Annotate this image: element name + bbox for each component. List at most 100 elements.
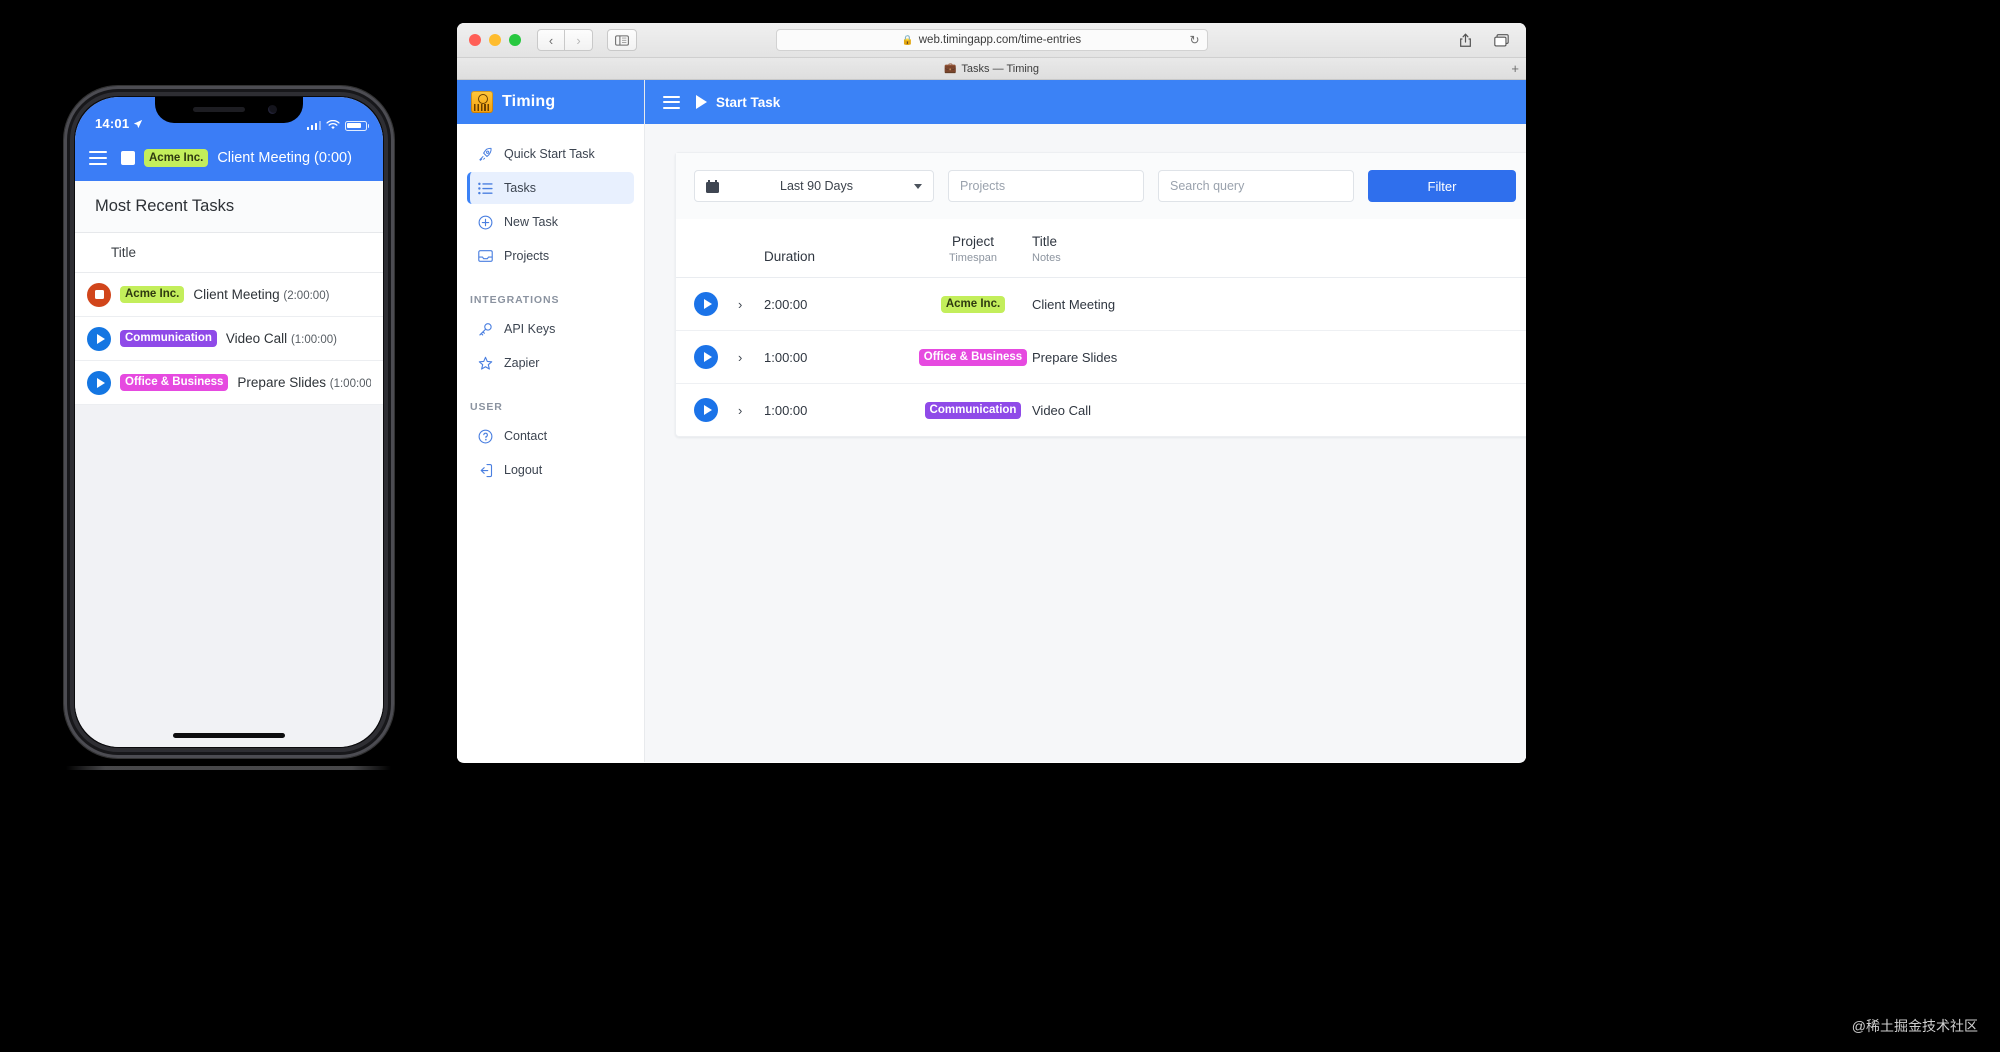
chevron-right-icon[interactable]: › (738, 350, 742, 365)
star-icon (477, 355, 493, 371)
close-button[interactable] (469, 34, 481, 46)
play-circle-icon[interactable] (87, 326, 111, 351)
status-left: 14:01 (95, 116, 143, 131)
cell-project: Acme Inc. (914, 277, 1032, 331)
sidebar-user-nav: Contact Logout (457, 420, 644, 486)
minimize-button[interactable] (489, 34, 501, 46)
task-text: Video Call (1:00:00) (226, 331, 337, 346)
browser-tab-bar: 💼 Tasks — Timing + (457, 58, 1526, 80)
safari-browser-window: ‹ › 🔒 web.timingapp.com/time-entries ↻ 💼… (457, 23, 1526, 763)
col-title: Title Notes (1032, 220, 1526, 278)
play-circle-icon[interactable] (694, 292, 718, 316)
search-query-input[interactable]: Search query (1158, 170, 1354, 202)
lock-icon: 🔒 (901, 34, 914, 46)
browser-toolbar: ‹ › 🔒 web.timingapp.com/time-entries ↻ (457, 23, 1526, 58)
sidebar-item-tasks[interactable]: Tasks (467, 172, 634, 204)
chevron-right-icon[interactable]: › (738, 403, 742, 418)
cell-play (676, 277, 738, 331)
chevron-down-icon (914, 183, 922, 189)
plus-circle-icon (477, 214, 493, 230)
address-bar[interactable]: 🔒 web.timingapp.com/time-entries ↻ (775, 29, 1208, 51)
projects-placeholder: Projects (960, 179, 1006, 193)
cell-play (676, 384, 738, 437)
hamburger-menu-icon[interactable] (89, 151, 107, 165)
sidebar-toggle-icon[interactable] (607, 29, 637, 51)
page-content: Last 90 Days Projects Search query Filte… (645, 124, 1526, 762)
share-icon[interactable] (1452, 29, 1478, 51)
list-icon (477, 180, 493, 196)
task-duration: (1:00:00) (290, 334, 337, 346)
play-circle-icon[interactable] (87, 370, 111, 395)
play-circle-icon[interactable] (694, 398, 718, 422)
projects-input[interactable]: Projects (948, 170, 1144, 202)
forward-button[interactable]: › (565, 29, 593, 51)
sidebar-item-projects[interactable]: Projects (467, 240, 634, 272)
header-notes: Notes (1032, 252, 1061, 264)
toolbar-right-buttons (1452, 29, 1514, 51)
app-brand: Timing (457, 80, 644, 124)
app-topbar: Start Task (645, 80, 1526, 124)
task-project-tag: Communication (120, 329, 217, 348)
table-row[interactable]: › 1:00:00 Communication Video Call (676, 384, 1526, 437)
sidebar-item-contact[interactable]: Contact (467, 420, 634, 452)
cell-duration: 1:00:00 (764, 330, 914, 384)
filter-bar: Last 90 Days Projects Search query Filte… (676, 153, 1526, 220)
timing-logo-icon (471, 91, 493, 113)
table-header-row: Duration Project Timespan Title Notes (676, 220, 1526, 278)
stop-circle-icon[interactable] (87, 282, 111, 307)
task-row[interactable]: Communication Video Call (1:00:00) (75, 317, 383, 361)
table-row[interactable]: › 2:00:00 Acme Inc. Client Meeting (676, 277, 1526, 331)
sidebar-label: API Keys (504, 322, 556, 336)
sidebar-item-logout[interactable]: Logout (467, 454, 634, 486)
search-placeholder: Search query (1170, 179, 1245, 193)
show-tabs-icon[interactable] (1488, 29, 1514, 51)
navbar-running-task: Client Meeting (0:00) (217, 150, 352, 166)
task-row[interactable]: Office & Business Prepare Slides (1:00:00… (75, 361, 383, 405)
hamburger-menu-icon[interactable] (663, 95, 680, 109)
header-duration: Duration (764, 249, 816, 264)
phone-column-header-title: Title (75, 233, 383, 273)
sidebar-label: Quick Start Task (504, 147, 595, 161)
date-range-select[interactable]: Last 90 Days (694, 170, 934, 202)
header-title: Title (1032, 234, 1058, 249)
header-project: Project (951, 234, 995, 249)
stop-square-icon[interactable] (121, 151, 135, 165)
sidebar-item-zapier[interactable]: Zapier (467, 347, 634, 379)
task-title: Prepare Slides (237, 375, 326, 390)
task-text: Prepare Slides (1:00:00) (237, 375, 371, 390)
sidebar-section-user: USER (470, 401, 503, 413)
status-right (306, 120, 370, 131)
task-duration: (1:00:00) (329, 378, 371, 390)
start-task-button[interactable]: Start Task (696, 95, 780, 110)
cell-play (676, 330, 738, 384)
zoom-button[interactable] (509, 34, 521, 46)
new-tab-button[interactable]: + (1511, 62, 1519, 75)
table-body: › 2:00:00 Acme Inc. Client Meeting › 1:00:00 O… (676, 277, 1526, 437)
logout-icon (477, 462, 493, 478)
iphone-screen: 14:01 Acme Inc. Client Meeting (0:00) Mo… (75, 97, 383, 747)
battery-icon (345, 120, 370, 131)
filter-button[interactable]: Filter (1368, 170, 1516, 202)
sidebar-main-nav: Quick Start Task Tasks New Task Projects (457, 124, 644, 272)
active-tab-title[interactable]: Tasks — Timing (961, 63, 1039, 75)
sidebar-label: Contact (504, 429, 548, 443)
reload-icon[interactable]: ↻ (1189, 33, 1199, 47)
play-triangle-icon (696, 95, 707, 109)
earpiece-speaker (193, 107, 245, 112)
sidebar-item-quick-start-task[interactable]: Quick Start Task (467, 138, 634, 170)
sidebar-item-api-keys[interactable]: API Keys (467, 313, 634, 345)
play-circle-icon[interactable] (694, 345, 718, 369)
cell-expand: › (738, 330, 764, 384)
back-button[interactable]: ‹ (537, 29, 565, 51)
cell-project: Office & Business (914, 330, 1032, 384)
sidebar-item-new-task[interactable]: New Task (467, 206, 634, 238)
chevron-right-icon[interactable]: › (738, 297, 742, 312)
col-duration: Duration (764, 220, 914, 278)
table-row[interactable]: › 1:00:00 Office & Business Prepare Slides (676, 330, 1526, 384)
screenshot-stage: 14:01 Acme Inc. Client Meeting (0:00) Mo… (0, 0, 2000, 1052)
phone-reflection (66, 766, 391, 770)
sidebar-label: New Task (504, 215, 558, 229)
task-row[interactable]: Acme Inc. Client Meeting (2:00:00) (75, 273, 383, 317)
project-tag: Communication (924, 401, 1022, 419)
start-task-label: Start Task (716, 94, 781, 110)
